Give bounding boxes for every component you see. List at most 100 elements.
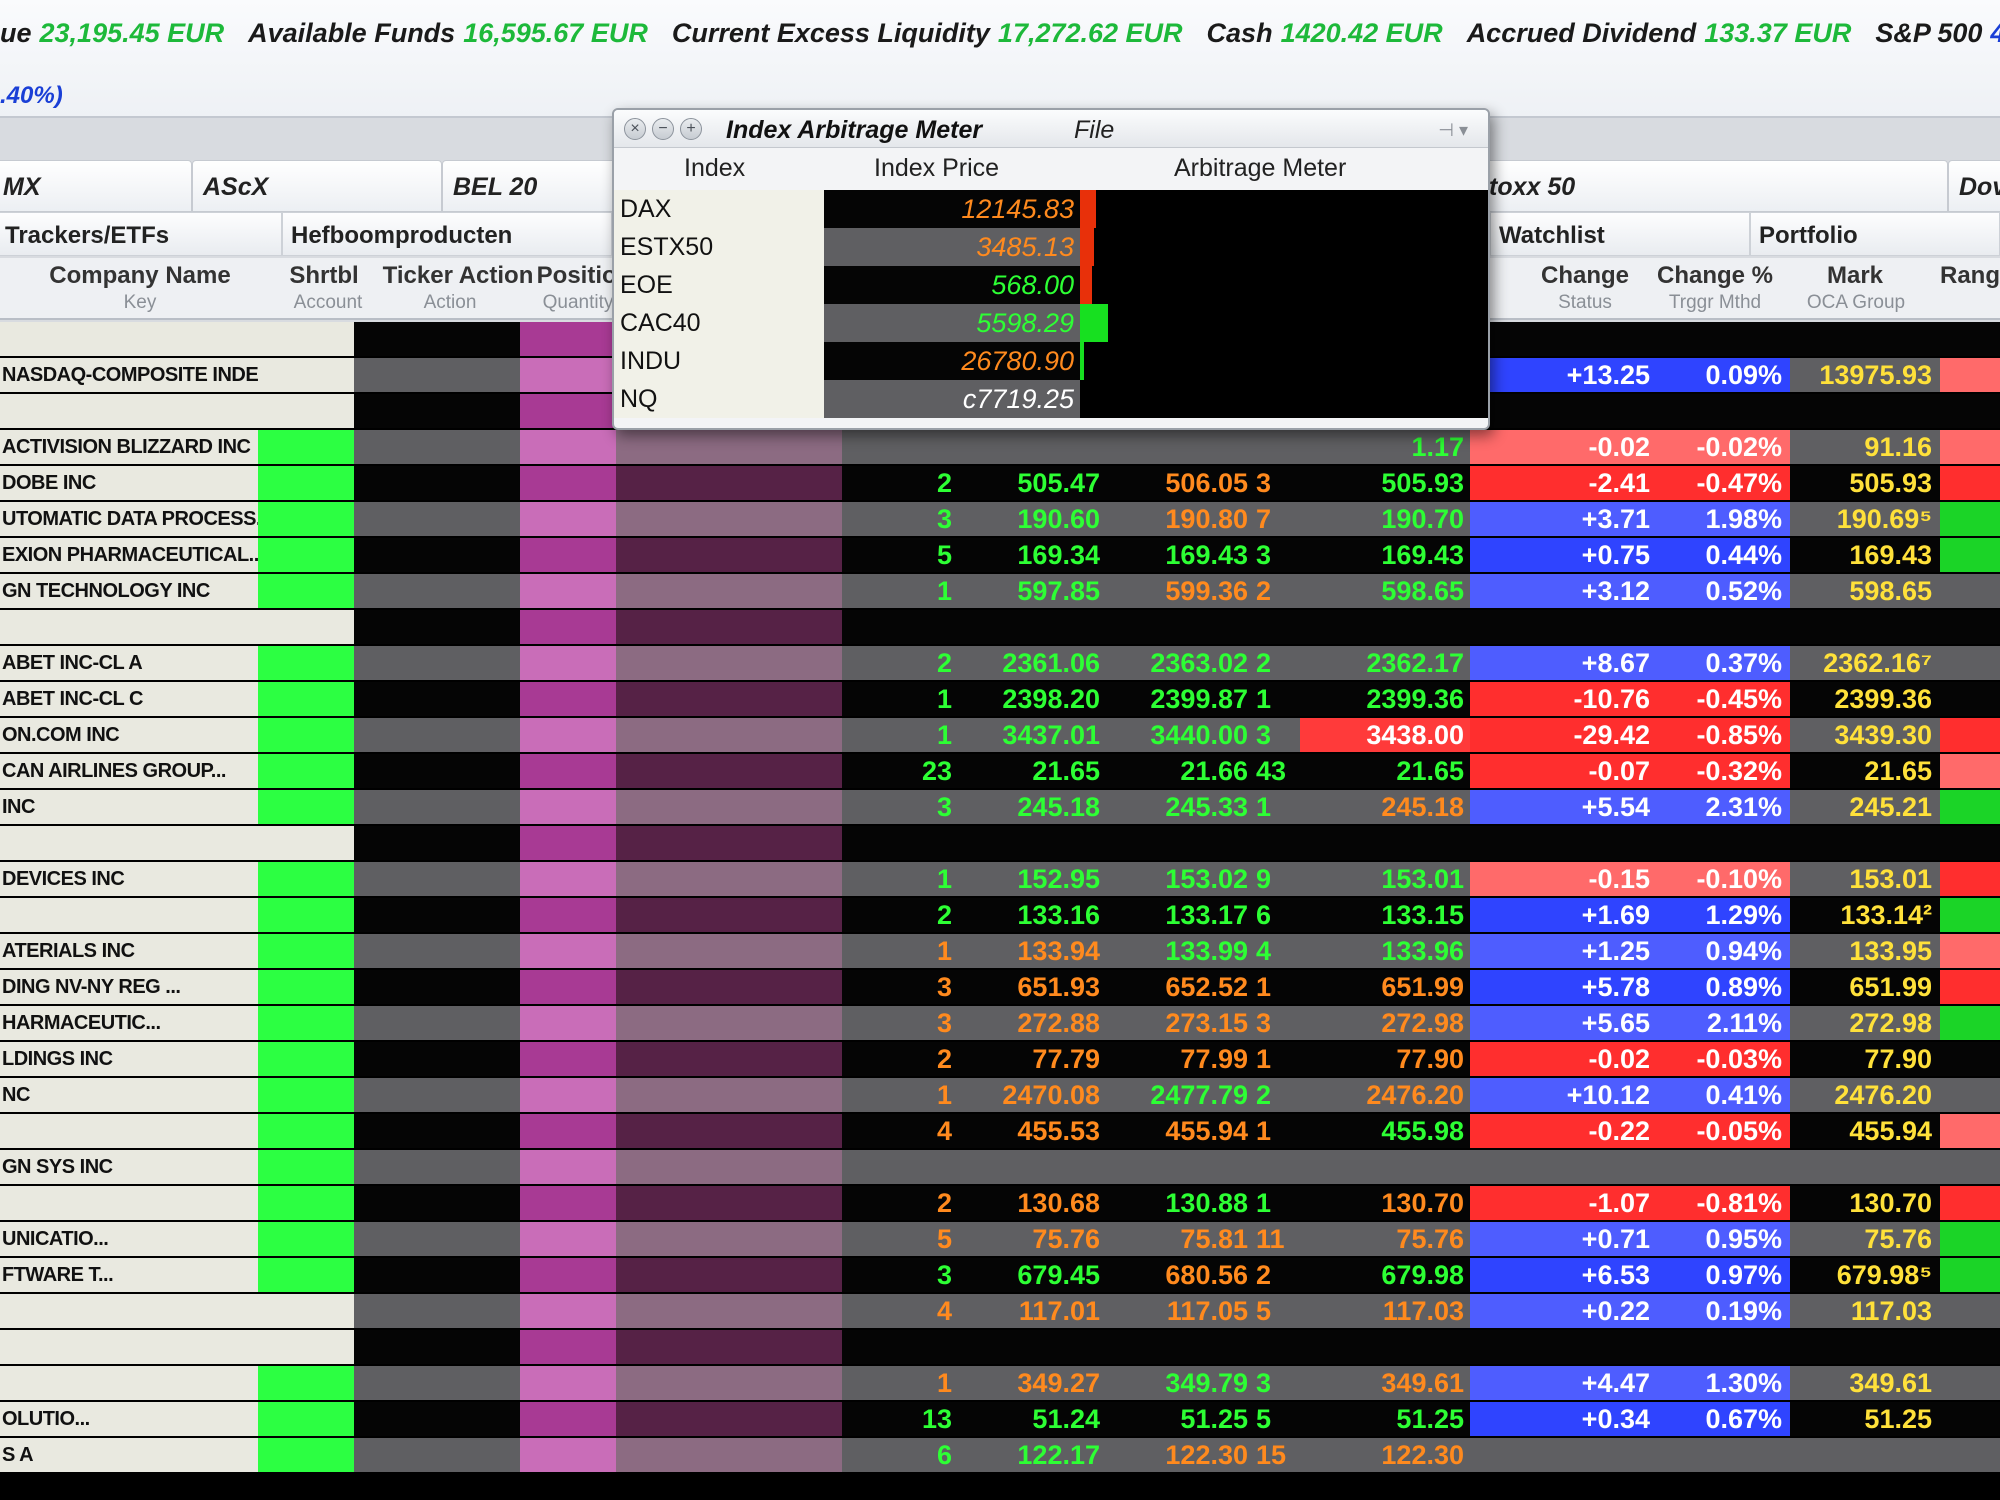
bid-cell[interactable]: 597.85 bbox=[960, 574, 1100, 608]
tab-stoxx50[interactable]: toxx 50 bbox=[1478, 160, 1948, 212]
change-pct-cell[interactable] bbox=[1660, 1330, 1790, 1364]
range-cell[interactable] bbox=[1940, 1078, 2000, 1112]
status-indicator[interactable] bbox=[258, 862, 354, 896]
table-row[interactable]: 4 455.53 455.94 1 455.98 -0.22 -0.05% 455.94 bbox=[0, 1114, 2000, 1148]
col-company-name[interactable]: Company Name bbox=[40, 262, 240, 290]
mark-cell[interactable]: 598.65 bbox=[1790, 574, 1940, 608]
table-row[interactable]: S A 6 122.17 122.30 15 122.30 bbox=[0, 1438, 2000, 1472]
quantity-cell[interactable] bbox=[616, 718, 842, 752]
company-name-cell[interactable]: DOBE INC bbox=[0, 466, 258, 500]
position-cell[interactable] bbox=[520, 1042, 616, 1076]
bid-size-cell[interactable]: 4 bbox=[842, 1294, 952, 1328]
mark-cell[interactable]: 13975.93 bbox=[1790, 358, 1940, 392]
position-cell[interactable] bbox=[520, 862, 616, 896]
bid-size-cell[interactable] bbox=[842, 826, 952, 860]
bid-size-cell[interactable]: 2 bbox=[842, 1042, 952, 1076]
position-cell[interactable] bbox=[520, 1114, 616, 1148]
col-key[interactable]: Key bbox=[40, 292, 240, 314]
company-name-cell[interactable]: ABET INC-CL C bbox=[0, 682, 258, 716]
company-name-cell[interactable]: ABET INC-CL A bbox=[0, 646, 258, 680]
last-price-cell[interactable]: 1.17 bbox=[1300, 430, 1470, 464]
ask-cell[interactable]: 133.17 bbox=[1108, 898, 1248, 932]
status-indicator[interactable] bbox=[258, 1438, 354, 1472]
company-name-cell[interactable]: OLUTIO... bbox=[0, 1402, 258, 1436]
company-name-cell[interactable] bbox=[0, 1330, 258, 1364]
change-pct-cell[interactable]: 2.11% bbox=[1660, 1006, 1790, 1040]
last-price-cell[interactable]: 679.98 bbox=[1300, 1258, 1470, 1292]
mark-cell[interactable]: 153.01 bbox=[1790, 862, 1940, 896]
last-price-cell[interactable]: 190.70 bbox=[1300, 502, 1470, 536]
table-row[interactable]: ACTIVISION BLIZZARD INC 1.17 -0.02 -0.02% 91… bbox=[0, 430, 2000, 464]
status-indicator[interactable] bbox=[258, 898, 354, 932]
table-row[interactable]: DEVICES INC 1 152.95 153.02 9 153.01 -0.15 -0.1… bbox=[0, 862, 2000, 896]
range-cell[interactable] bbox=[1940, 1186, 2000, 1220]
table-row[interactable]: 2 133.16 133.17 6 133.15 +1.69 1.29% 133.14² bbox=[0, 898, 2000, 932]
bid-cell[interactable]: 2398.20 bbox=[960, 682, 1100, 716]
position-cell[interactable] bbox=[520, 1150, 616, 1184]
position-cell[interactable] bbox=[520, 574, 616, 608]
quantity-cell[interactable] bbox=[616, 538, 842, 572]
table-row[interactable]: FTWARE T... 3 679.45 680.56 2 679.98 +6.53 0.97… bbox=[0, 1258, 2000, 1292]
change-cell[interactable]: +8.67 bbox=[1470, 646, 1660, 680]
arb-row[interactable]: DAX 12145.83 bbox=[614, 190, 1488, 228]
table-row[interactable]: ON.COM INC 1 3437.01 3440.00 3 3438.00 -29.42-… bbox=[0, 718, 2000, 752]
tab-ascx[interactable]: AScX bbox=[192, 160, 442, 212]
company-name-cell[interactable]: EXION PHARMACEUTICAL... bbox=[0, 538, 258, 572]
arb-row[interactable]: ESTX50 3485.13 bbox=[614, 228, 1488, 266]
table-row[interactable] bbox=[0, 826, 2000, 860]
quantity-cell[interactable] bbox=[616, 862, 842, 896]
change-pct-cell[interactable]: -0.32% bbox=[1660, 754, 1790, 788]
col-change-pct[interactable]: Change % bbox=[1640, 262, 1790, 290]
company-name-cell[interactable]: NASDAQ-COMPOSITE INDEX bbox=[0, 358, 258, 392]
quantity-cell[interactable] bbox=[616, 466, 842, 500]
bid-size-cell[interactable] bbox=[842, 1150, 952, 1184]
status-indicator[interactable] bbox=[258, 1042, 354, 1076]
position-cell[interactable] bbox=[520, 1330, 616, 1364]
change-pct-cell[interactable] bbox=[1660, 322, 1790, 356]
range-cell[interactable] bbox=[1940, 1402, 2000, 1436]
mark-cell[interactable] bbox=[1790, 1438, 1940, 1472]
table-row[interactable]: HARMACEUTIC... 3 272.88 273.15 3 272.98 +5.65 2… bbox=[0, 1006, 2000, 1040]
bid-cell[interactable] bbox=[960, 610, 1100, 644]
status-indicator[interactable] bbox=[258, 1330, 354, 1364]
last-price-cell[interactable]: 122.30 bbox=[1300, 1438, 1470, 1472]
status-indicator[interactable] bbox=[258, 826, 354, 860]
range-cell[interactable] bbox=[1940, 934, 2000, 968]
quantity-cell[interactable] bbox=[616, 1042, 842, 1076]
range-cell[interactable] bbox=[1940, 610, 2000, 644]
change-cell[interactable]: +5.54 bbox=[1470, 790, 1660, 824]
col-ticker-action[interactable]: Ticker Action bbox=[378, 262, 538, 290]
status-indicator[interactable] bbox=[258, 358, 354, 392]
range-cell[interactable] bbox=[1940, 970, 2000, 1004]
change-pct-cell[interactable]: -0.81% bbox=[1660, 1186, 1790, 1220]
status-indicator[interactable] bbox=[258, 538, 354, 572]
change-cell[interactable]: -10.76 bbox=[1470, 682, 1660, 716]
quantity-cell[interactable] bbox=[616, 1006, 842, 1040]
ask-cell[interactable]: 273.15 bbox=[1108, 1006, 1248, 1040]
ask-cell[interactable]: 153.02 bbox=[1108, 862, 1248, 896]
bid-cell[interactable]: 117.01 bbox=[960, 1294, 1100, 1328]
position-cell[interactable] bbox=[520, 466, 616, 500]
range-cell[interactable] bbox=[1940, 1042, 2000, 1076]
bid-cell[interactable]: 169.34 bbox=[960, 538, 1100, 572]
status-indicator[interactable] bbox=[258, 754, 354, 788]
change-cell[interactable] bbox=[1470, 1150, 1660, 1184]
quantity-cell[interactable] bbox=[616, 1258, 842, 1292]
quantity-cell[interactable] bbox=[616, 1186, 842, 1220]
mark-cell[interactable]: 133.95 bbox=[1790, 934, 1940, 968]
quantity-cell[interactable] bbox=[616, 430, 842, 464]
change-cell[interactable]: -29.42 bbox=[1470, 718, 1660, 752]
last-price-cell[interactable]: 2399.36 bbox=[1300, 682, 1470, 716]
col-action[interactable]: Action bbox=[400, 292, 500, 314]
arb-row[interactable]: NQ c7719.25 bbox=[614, 380, 1488, 418]
table-row[interactable] bbox=[0, 1330, 2000, 1364]
status-indicator[interactable] bbox=[258, 394, 354, 428]
company-name-cell[interactable]: UNICATIO... bbox=[0, 1222, 258, 1256]
position-cell[interactable] bbox=[520, 430, 616, 464]
bid-size-cell[interactable] bbox=[842, 610, 952, 644]
quantity-cell[interactable] bbox=[616, 1438, 842, 1472]
col-oca-group[interactable]: OCA Group bbox=[1786, 292, 1926, 314]
mark-cell[interactable]: 2476.20 bbox=[1790, 1078, 1940, 1112]
range-cell[interactable] bbox=[1940, 1222, 2000, 1256]
change-pct-cell[interactable] bbox=[1660, 826, 1790, 860]
